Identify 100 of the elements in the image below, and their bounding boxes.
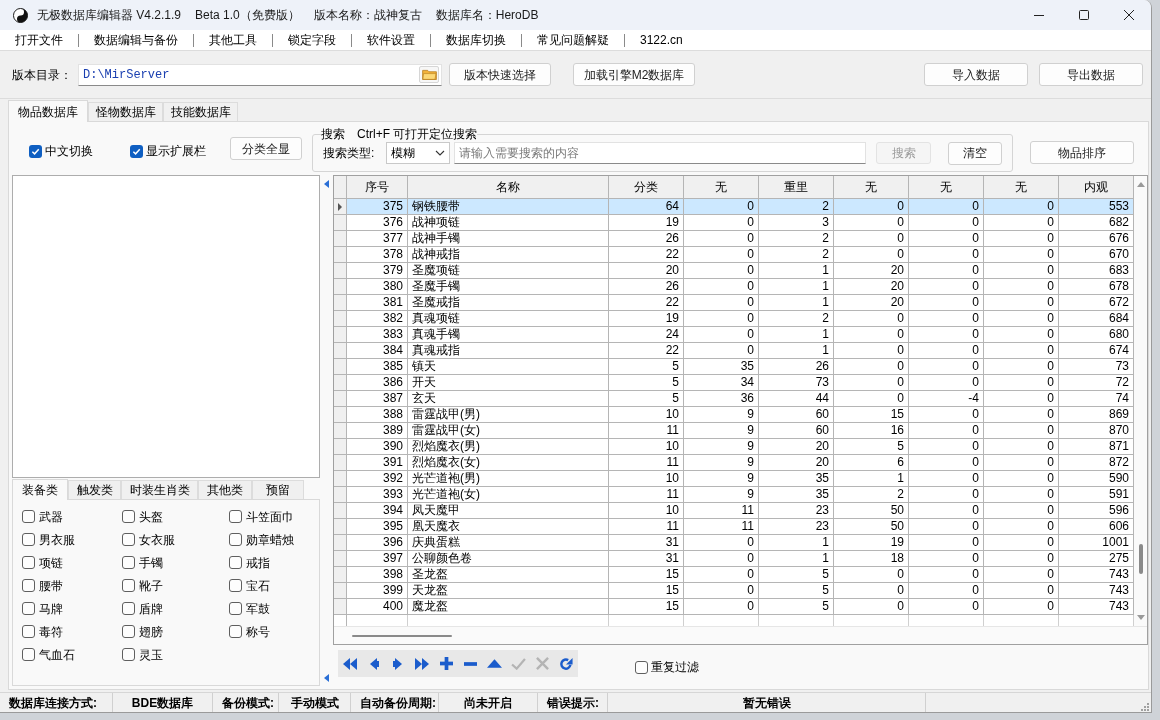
checkbox[interactable] <box>122 625 135 638</box>
checkbox[interactable] <box>29 144 42 158</box>
table-row[interactable]: 392 光芒道袍(男) 10 9 35 1 0 0 590 <box>334 471 1134 487</box>
export-button[interactable]: 导出数据 <box>1039 63 1143 86</box>
menu-item[interactable]: 打开文件 <box>15 31 63 49</box>
table-row[interactable]: 396 庆典蛋糕 31 0 1 19 0 0 1001 <box>334 535 1134 551</box>
menu-item[interactable]: 数据编辑与备份 <box>94 31 178 49</box>
table-row[interactable]: 390 烈焰魔衣(男) 10 9 20 5 0 0 871 <box>334 439 1134 455</box>
column-header[interactable]: 无 <box>984 176 1059 199</box>
checkbox[interactable] <box>122 556 135 569</box>
menu-item[interactable]: 软件设置 <box>367 31 415 49</box>
folder-icon <box>421 69 437 80</box>
checkbox[interactable] <box>22 556 35 569</box>
table-row[interactable]: 397 公聊颜色卷 31 0 1 18 0 0 275 <box>334 551 1134 567</box>
tab[interactable]: 怪物数据库 <box>88 102 163 121</box>
column-header[interactable]: 名称 <box>408 176 609 199</box>
column-header[interactable]: 分类 <box>609 176 684 199</box>
clear-button[interactable]: 清空 <box>948 141 1002 165</box>
tab[interactable]: 预留 <box>252 480 304 499</box>
sort-button[interactable]: 物品排序 <box>1030 141 1134 164</box>
checkbox-label: 重复过滤 <box>651 659 699 676</box>
checkbox[interactable] <box>229 579 242 592</box>
table-row[interactable]: 385 镇天 5 35 26 0 0 0 73 <box>334 359 1134 375</box>
table-row[interactable]: 388 雷霆战甲(男) 10 9 60 15 0 0 869 <box>334 407 1134 423</box>
menu-item[interactable]: 锁定字段 <box>288 31 336 49</box>
checkbox[interactable] <box>122 510 135 523</box>
status-label: 数据库连接方式: <box>0 692 113 712</box>
collapse-arrow-icon[interactable] <box>324 674 329 682</box>
table-row[interactable]: 395 凰天魔衣 11 11 23 50 0 0 606 <box>334 519 1134 535</box>
checkbox[interactable] <box>229 533 242 546</box>
checkbox[interactable] <box>229 510 242 523</box>
plus-icon <box>439 657 453 670</box>
directory-field[interactable]: D:\MirServer <box>78 63 442 86</box>
scroll-up-arrow-icon[interactable] <box>1136 182 1145 187</box>
table-row[interactable]: 376 战神项链 19 0 3 0 0 0 682 <box>334 215 1134 231</box>
browse-folder-button[interactable] <box>419 66 439 83</box>
quick-select-button[interactable]: 版本快速选择 <box>449 63 551 86</box>
horizontal-scrollbar-thumb[interactable] <box>352 634 452 637</box>
table-row[interactable]: 379 圣魔项链 20 0 1 20 0 0 683 <box>334 263 1134 279</box>
checkbox[interactable] <box>22 602 35 615</box>
import-button[interactable]: 导入数据 <box>924 63 1028 86</box>
column-header[interactable]: 无 <box>684 176 759 199</box>
column-header[interactable]: 序号 <box>347 176 408 199</box>
checkbox[interactable] <box>22 625 35 638</box>
column-header[interactable]: 内观 <box>1059 176 1134 199</box>
table-row[interactable]: 383 真魂手镯 24 0 1 0 0 0 680 <box>334 327 1134 343</box>
scroll-down-arrow-icon[interactable] <box>1136 615 1145 620</box>
checkbox[interactable] <box>130 144 143 158</box>
table-row[interactable]: 400 魔龙盔 15 0 5 0 0 0 743 <box>334 599 1134 615</box>
table-row[interactable]: 384 真魂戒指 22 0 1 0 0 0 674 <box>334 343 1134 359</box>
collapse-arrow-icon[interactable] <box>324 180 329 188</box>
table-row[interactable]: 382 真魂项链 19 0 2 0 0 0 684 <box>334 311 1134 327</box>
checkbox-label: 马牌 <box>39 600 63 618</box>
checkbox[interactable] <box>122 602 135 615</box>
checkbox[interactable] <box>22 510 35 523</box>
column-header[interactable]: 重里 <box>759 176 834 199</box>
column-header[interactable]: 无 <box>909 176 984 199</box>
checkbox[interactable] <box>22 533 35 546</box>
tab[interactable]: 其他类 <box>198 480 252 499</box>
checkbox[interactable] <box>635 660 648 674</box>
tab[interactable]: 物品数据库 <box>8 100 88 122</box>
tab[interactable]: 时装生肖类 <box>121 480 198 499</box>
resize-grip-icon[interactable] <box>1141 702 1149 711</box>
table-row[interactable]: 391 烈焰魔衣(女) 11 9 20 6 0 0 872 <box>334 455 1134 471</box>
menu-item[interactable]: 数据库切换 <box>446 31 506 49</box>
table-row[interactable]: 386 开天 5 34 73 0 0 0 72 <box>334 375 1134 391</box>
table-row[interactable]: 393 光芒道袍(女) 11 9 35 2 0 0 591 <box>334 487 1134 503</box>
show-all-button[interactable]: 分类全显 <box>230 137 302 160</box>
checkbox[interactable] <box>229 602 242 615</box>
checkbox[interactable] <box>122 579 135 592</box>
table-row[interactable]: 389 雷霆战甲(女) 11 9 60 16 0 0 870 <box>334 423 1134 439</box>
edition-label: Beta 1.0（免费版） <box>195 7 300 24</box>
load-database-button[interactable]: 加载引擎M2数据库 <box>573 63 695 86</box>
table-row[interactable]: 378 战神戒指 22 0 2 0 0 0 670 <box>334 247 1134 263</box>
checkbox[interactable] <box>122 533 135 546</box>
tab[interactable]: 技能数据库 <box>163 102 238 121</box>
search-type-select[interactable]: 模糊 <box>386 142 450 164</box>
search-field[interactable]: 请输入需要搜索的内容 <box>454 142 866 164</box>
row-indicator <box>334 327 347 343</box>
table-row[interactable]: 399 天龙盔 15 0 5 0 0 0 743 <box>334 583 1134 599</box>
table-row[interactable]: 394 凤天魔甲 10 11 23 50 0 0 596 <box>334 503 1134 519</box>
checkbox[interactable] <box>229 625 242 638</box>
table-row[interactable]: 380 圣魔手镯 26 0 1 20 0 0 678 <box>334 279 1134 295</box>
menu-item[interactable]: 其他工具 <box>209 31 257 49</box>
vertical-scrollbar-thumb[interactable] <box>1138 544 1143 574</box>
tab[interactable]: 触发类 <box>68 480 121 499</box>
tab[interactable]: 装备类 <box>12 479 68 500</box>
table-row[interactable]: 387 玄天 5 36 44 0 -4 0 74 <box>334 391 1134 407</box>
menu-item[interactable]: 常见问题解疑 <box>537 31 609 49</box>
checkbox[interactable] <box>229 556 242 569</box>
checkbox[interactable] <box>22 648 35 661</box>
status-value: BDE数据库 <box>113 692 213 712</box>
menu-item[interactable]: 3122.cn <box>640 31 683 49</box>
checkbox[interactable] <box>122 648 135 661</box>
table-row[interactable]: 398 圣龙盔 15 0 5 0 0 0 743 <box>334 567 1134 583</box>
table-row[interactable]: 381 圣魔戒指 22 0 1 20 0 0 672 <box>334 295 1134 311</box>
table-row[interactable]: 377 战神手镯 26 0 2 0 0 0 676 <box>334 231 1134 247</box>
column-header[interactable]: 无 <box>834 176 909 199</box>
checkbox[interactable] <box>22 579 35 592</box>
table-row[interactable]: 375 钢铁腰带 64 0 2 0 0 0 553 <box>334 199 1134 215</box>
